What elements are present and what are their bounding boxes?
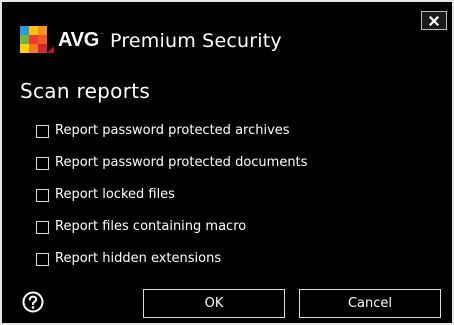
option-report-hidden-extensions[interactable]: Report hidden extensions: [36, 251, 221, 267]
close-icon: [429, 15, 439, 26]
dialog-window: AVG . Premium Security Scan reports Repo…: [0, 0, 454, 325]
product-name: Premium Security: [110, 30, 282, 52]
ok-button[interactable]: OK: [143, 289, 285, 318]
checkbox[interactable]: [36, 156, 49, 170]
option-label: Report files containing macro: [55, 219, 247, 234]
checkbox[interactable]: [36, 188, 49, 202]
section-title: Scan reports: [20, 79, 151, 103]
option-label: Report password protected archives: [55, 123, 290, 138]
avg-logo-icon: [20, 26, 54, 53]
option-report-password-protected-documents[interactable]: Report password protected documents: [36, 155, 307, 171]
option-label: Report locked files: [55, 187, 175, 202]
option-report-locked-files[interactable]: Report locked files: [36, 187, 175, 203]
option-label: Report password protected documents: [55, 155, 308, 170]
brand-mark: .: [101, 28, 104, 36]
option-report-password-protected-archives[interactable]: Report password protected archives: [36, 123, 290, 139]
option-label: Report hidden extensions: [55, 251, 222, 266]
checkbox[interactable]: [36, 252, 49, 266]
brand-name: AVG: [58, 29, 99, 51]
option-report-files-containing-macro[interactable]: Report files containing macro: [36, 219, 246, 235]
checkbox[interactable]: [36, 124, 49, 138]
checkbox[interactable]: [36, 220, 49, 234]
help-icon[interactable]: [22, 291, 44, 313]
cancel-button[interactable]: Cancel: [299, 289, 441, 318]
close-button[interactable]: [421, 11, 447, 30]
